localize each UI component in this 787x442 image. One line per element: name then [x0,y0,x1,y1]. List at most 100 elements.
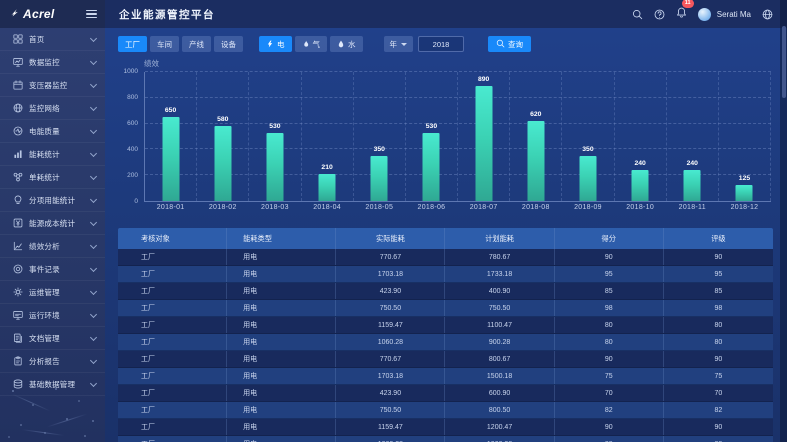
bar[interactable] [632,170,649,201]
table-cell: 1100.47 [445,317,554,333]
sidebar-item-energy-cost[interactable]: 能源成本统计 [0,212,105,235]
table-row[interactable]: 工厂用电1703.181733.189595 [118,266,773,283]
bar-value-label: 240 [667,160,718,167]
sidebar-item-label: 文档管理 [29,333,60,344]
chevron-down-icon [90,34,97,41]
sidebar-item-unit-stats[interactable]: 单耗统计 [0,166,105,189]
sidebar-item-base-data[interactable]: 基础数据管理 [0,373,105,396]
table-cell: 工厂 [118,385,227,401]
period-controls: 年 [384,36,465,52]
table-cell: 98 [664,300,773,316]
bar[interactable] [527,121,544,201]
table-row[interactable]: 工厂用电750.50750.509898 [118,300,773,317]
help-icon[interactable] [654,9,665,20]
table-row[interactable]: 工厂用电750.50800.508282 [118,402,773,419]
bar[interactable] [579,156,596,201]
bolt-icon [266,40,274,48]
sidebar-item-docs[interactable]: 文档管理 [0,327,105,350]
table-row[interactable]: 工厂用电1060.281000.288888 [118,436,773,442]
y-axis: 02004006008001000 [118,72,144,202]
app-window: Acrel 首页数据监控变压器监控监控网络电能质量能耗统计单耗统计分项用能统计能… [0,0,787,442]
table-row[interactable]: 工厂用电1159.471100.478080 [118,317,773,334]
bar[interactable] [423,133,440,201]
column-header: 得分 [555,228,664,249]
sidebar-item-report[interactable]: 分析报告 [0,350,105,373]
sidebar-item-ops[interactable]: 运维管理 [0,281,105,304]
table-cell: 用电 [227,419,336,435]
bar[interactable] [736,185,753,201]
year-input[interactable] [418,36,464,52]
home-icon [13,34,23,44]
search-icon[interactable] [632,9,643,20]
bar[interactable] [319,174,336,201]
table-cell: 800.50 [445,402,554,418]
table-cell: 770.67 [336,249,445,265]
language-globe-icon[interactable] [762,9,773,20]
sidebar-item-data-monitor[interactable]: 数据监控 [0,51,105,74]
avatar[interactable] [698,8,711,21]
bar[interactable] [475,86,492,201]
table-cell: 工厂 [118,334,227,350]
sidebar-item-energy-stats[interactable]: 能耗统计 [0,143,105,166]
energy-tab[interactable]: 水 [330,36,363,52]
table-row[interactable]: 工厂用电1703.181500.187575 [118,368,773,385]
table-row[interactable]: 工厂用电770.67780.679090 [118,249,773,266]
bar-value-label: 240 [615,160,666,167]
chevron-down-icon [90,241,97,248]
table-cell: 88 [664,436,773,442]
chevron-down-icon [90,356,97,363]
sidebar-item-home[interactable]: 首页 [0,28,105,51]
chevron-down-icon [90,379,97,386]
notification-badge: 11 [682,0,694,8]
scope-tab[interactable]: 工厂 [118,36,147,52]
content: 工厂车间产线设备 电气水 年 查询 绩效 0200400 [105,28,787,442]
sidebar-item-transformer[interactable]: 变压器监控 [0,74,105,97]
sidebar-item-label: 分析报告 [29,356,60,367]
table-cell: 85 [664,283,773,299]
scope-tab[interactable]: 设备 [214,36,243,52]
table-row[interactable]: 工厂用电423.90600.907070 [118,385,773,402]
table-cell: 1159.47 [336,419,445,435]
energy-tab[interactable]: 电 [259,36,292,52]
notifications-button[interactable]: 11 [676,5,687,23]
table-row[interactable]: 工厂用电1060.28900.288080 [118,334,773,351]
sidebar-item-subitem-energy[interactable]: 分项用能统计 [0,189,105,212]
query-button[interactable]: 查询 [488,36,531,52]
chevron-down-icon [90,149,97,156]
table-row[interactable]: 工厂用电1159.471200.479090 [118,419,773,436]
sidebar-item-performance[interactable]: 绩效分析 [0,235,105,258]
bar[interactable] [214,126,231,201]
bar-slot: 5302018-06 [406,72,458,201]
scrollbar[interactable] [780,0,787,442]
tab-label: 设备 [221,39,236,50]
table-cell: 工厂 [118,300,227,316]
column-header: 能耗类型 [227,228,336,249]
sidebar-item-power-quality[interactable]: 电能质量 [0,120,105,143]
chevron-down-icon [90,103,97,110]
period-select[interactable]: 年 [384,36,414,52]
table-row[interactable]: 工厂用电770.67800.679090 [118,351,773,368]
table-cell: 90 [555,249,664,265]
search-icon [632,9,643,20]
sidebar-item-events[interactable]: 事件记录 [0,258,105,281]
energy-tab[interactable]: 气 [295,36,328,52]
bar[interactable] [162,117,179,201]
chevron-down-icon [90,57,97,64]
sidebar-item-network[interactable]: 监控网络 [0,97,105,120]
collapse-menu-button[interactable] [86,10,97,18]
scope-tab[interactable]: 车间 [150,36,179,52]
scrollbar-thumb[interactable] [782,26,786,98]
bar[interactable] [684,170,701,201]
sidebar-item-environment[interactable]: 运行环境 [0,304,105,327]
user-name[interactable]: Serati Ma [717,10,751,19]
bar[interactable] [371,156,388,201]
table-row[interactable]: 工厂用电423.90400.908585 [118,283,773,300]
table-cell: 用电 [227,351,336,367]
bar[interactable] [266,133,283,201]
chart-title: 绩效 [144,58,159,69]
scope-tab[interactable]: 产线 [182,36,211,52]
table-cell: 90 [555,419,664,435]
chevron-down-icon [90,218,97,225]
sidebar-item-label: 首页 [29,34,44,45]
table-cell: 85 [555,283,664,299]
